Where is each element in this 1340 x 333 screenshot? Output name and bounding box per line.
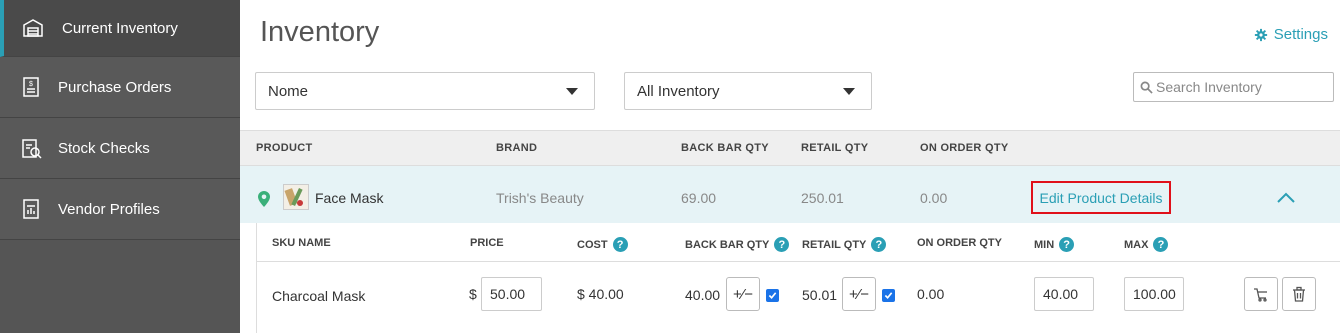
sidebar-item-purchase-orders[interactable]: $ Purchase Orders: [0, 57, 240, 118]
inventory-filter-select[interactable]: All Inventory: [624, 72, 872, 110]
sku-column-header-max-label: MAX: [1124, 238, 1149, 251]
delete-sku-button[interactable]: [1282, 277, 1316, 311]
sku-column-header-on-order-qty: ON ORDER QTY: [917, 237, 1002, 249]
adjust-retail-qty-button[interactable]: +⁄−: [842, 277, 876, 311]
inventory-filter-value: All Inventory: [637, 82, 720, 100]
search-icon: [1140, 81, 1153, 94]
sku-retail-qty: 50.01: [802, 287, 838, 303]
sku-column-header-min-label: MIN: [1034, 238, 1055, 251]
settings-link[interactable]: Settings: [1254, 26, 1328, 43]
sku-column-header-cost: COST?: [577, 237, 628, 252]
currency-symbol: $: [469, 286, 477, 302]
sku-on-order-qty: 0.00: [917, 286, 945, 302]
column-header-retail-qty: RETAIL QTY: [801, 142, 869, 154]
sku-column-header-name: SKU NAME: [272, 237, 331, 249]
help-icon[interactable]: ?: [1059, 237, 1075, 252]
product-name: Face Mask: [315, 190, 384, 206]
sku-column-header-price-label: PRICE: [470, 237, 504, 249]
sku-table-header: SKU NAME PRICE COST? BACK BAR QTY? RETAI…: [256, 223, 1340, 262]
checkmark-icon: [884, 292, 893, 299]
main-content: Inventory Settings Nome All Inventory Se…: [240, 0, 1340, 333]
vendor-profile-icon: [23, 199, 39, 219]
column-header-brand: BRAND: [496, 142, 538, 154]
sku-column-header-retail-qty: RETAIL QTY?: [802, 237, 887, 252]
chevron-down-icon: [566, 88, 578, 95]
gear-icon: [1254, 28, 1267, 41]
price-input[interactable]: 50.00: [481, 277, 542, 311]
warehouse-icon: [23, 19, 43, 37]
stock-check-icon: [22, 139, 42, 159]
chevron-up-icon[interactable]: [1276, 192, 1296, 204]
help-icon[interactable]: ?: [774, 237, 790, 252]
sku-column-header-cost-label: COST: [577, 238, 608, 251]
reorder-cart-button[interactable]: [1244, 277, 1278, 311]
product-back-bar-qty: 69.00: [681, 190, 717, 206]
back-bar-checkbox[interactable]: [766, 289, 779, 302]
help-icon[interactable]: ?: [871, 237, 887, 252]
price-input-value: 50.00: [490, 286, 526, 302]
sku-name: Charcoal Mask: [272, 288, 366, 304]
settings-label: Settings: [1273, 26, 1328, 43]
product-on-order-qty: 0.00: [920, 190, 948, 206]
help-icon[interactable]: ?: [1153, 237, 1169, 252]
sku-column-header-min: MIN?: [1034, 237, 1075, 252]
max-input[interactable]: 100.00: [1124, 277, 1184, 311]
vendor-select[interactable]: Nome: [255, 72, 595, 110]
product-table-header: PRODUCT BRAND BACK BAR QTY RETAIL QTY ON…: [240, 130, 1340, 166]
sku-row: Charcoal Mask $ 50.00 $ 40.00 40.00 +⁄− …: [256, 262, 1340, 333]
sku-back-bar-qty: 40.00: [685, 287, 721, 303]
product-thumbnail: [283, 184, 309, 210]
sidebar-item-vendor-profiles[interactable]: Vendor Profiles: [0, 179, 240, 240]
search-box: [1133, 72, 1334, 102]
retail-checkbox[interactable]: [882, 289, 895, 302]
sku-column-header-on-order-qty-label: ON ORDER QTY: [917, 237, 1002, 249]
sidebar: Current Inventory $ Purchase Orders Stoc…: [0, 0, 240, 333]
sku-column-header-back-bar-qty-label: BACK BAR QTY: [685, 238, 770, 251]
sku-cost: $ 40.00: [577, 286, 624, 302]
column-header-on-order-qty: ON ORDER QTY: [920, 142, 1009, 154]
edit-product-details-link[interactable]: Edit Product Details: [1031, 181, 1171, 214]
search-input[interactable]: [1156, 79, 1331, 95]
sidebar-item-label: Stock Checks: [58, 139, 150, 157]
sku-column-header-retail-qty-label: RETAIL QTY: [802, 238, 867, 251]
min-input[interactable]: 40.00: [1034, 277, 1094, 311]
min-input-value: 40.00: [1043, 286, 1079, 302]
vendor-select-value: Nome: [268, 82, 309, 100]
max-input-value: 100.00: [1133, 286, 1176, 302]
checkmark-icon: [768, 292, 777, 299]
adjust-back-bar-qty-button[interactable]: +⁄−: [726, 277, 760, 311]
chevron-down-icon: [843, 88, 855, 95]
cart-icon: [1254, 288, 1267, 302]
sidebar-item-stock-checks[interactable]: Stock Checks: [0, 118, 240, 179]
product-brand: Trish's Beauty: [496, 190, 584, 206]
column-header-back-bar-qty: BACK BAR QTY: [681, 142, 769, 154]
trash-icon: [1293, 286, 1305, 302]
sku-column-header-name-label: SKU NAME: [272, 237, 331, 249]
sidebar-item-label: Purchase Orders: [58, 78, 172, 96]
sidebar-item-current-inventory[interactable]: Current Inventory: [0, 0, 240, 57]
sku-column-header-back-bar-qty: BACK BAR QTY?: [685, 237, 790, 252]
product-row[interactable]: Face Mask Trish's Beauty 69.00 250.01 0.…: [240, 166, 1340, 223]
help-icon[interactable]: ?: [612, 237, 628, 252]
product-retail-qty: 250.01: [801, 190, 844, 206]
purchase-order-icon: $: [23, 77, 39, 97]
page-title: Inventory: [260, 16, 380, 48]
sku-column-header-max: MAX?: [1124, 237, 1169, 252]
svg-text:$: $: [29, 81, 33, 88]
column-header-product: PRODUCT: [256, 142, 313, 154]
sidebar-item-label: Current Inventory: [62, 19, 178, 37]
sidebar-item-label: Vendor Profiles: [58, 200, 160, 218]
sku-column-header-price: PRICE: [470, 237, 504, 249]
location-pin-icon: [258, 191, 270, 207]
